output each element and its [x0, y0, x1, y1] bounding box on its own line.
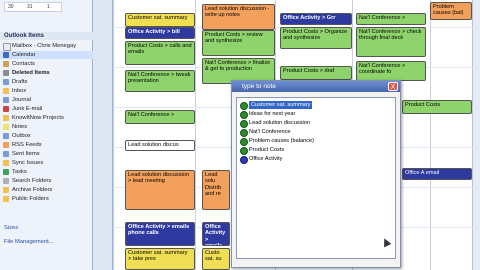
navigation-sidebar: 30 31 1 Outlook Items Mailbox - Chris Me… — [0, 0, 93, 270]
search-folders-icon — [3, 178, 9, 184]
appointment[interactable]: Office A email — [402, 168, 472, 180]
appointment[interactable]: Lead solution discussion - write up note… — [202, 4, 275, 30]
list-item[interactable]: Nat'l Conference — [240, 128, 390, 137]
file-management-link[interactable]: File Management... — [0, 238, 93, 246]
public-folders-icon — [3, 196, 9, 202]
list-item[interactable]: Problem causes (balance) — [240, 137, 390, 146]
category-dot-icon — [240, 129, 248, 137]
category-dot-icon — [240, 120, 248, 128]
folder-journal[interactable]: Journal — [0, 96, 93, 104]
folder-search-folders[interactable]: Search Folders — [0, 177, 93, 185]
rss-icon — [3, 142, 9, 148]
appointment[interactable]: Product Costs > draf — [280, 66, 352, 80]
appointment[interactable]: Lead solution discussion > lead meeting — [125, 170, 195, 210]
folder-calendar[interactable]: Calendar — [0, 51, 93, 59]
dialog-title: type to note — [232, 81, 400, 92]
type-to-note-dialog[interactable]: type to note X Customer sat. summary Ide… — [231, 80, 401, 268]
appointment[interactable]: Product Costs > review and synthesize — [202, 30, 275, 56]
appointment[interactable]: Product Costs > Organize and synthesize — [280, 27, 352, 49]
folder-sizes-link[interactable]: Sizes — [0, 224, 93, 232]
mini-calendar-day[interactable]: 30 — [8, 4, 14, 10]
folder-drafts[interactable]: Drafts — [0, 78, 93, 86]
folder-inbox[interactable]: Inbox — [0, 87, 93, 95]
category-dot-icon — [240, 147, 248, 155]
folder-deleted-items[interactable]: Deleted Items — [0, 69, 93, 77]
list-item[interactable]: Ideas for next year — [240, 110, 390, 119]
folder-outbox[interactable]: Outbox — [0, 132, 93, 140]
category-dot-icon — [240, 111, 248, 119]
junk-email-icon — [3, 106, 9, 112]
folder-rss-feeds[interactable]: RSS Feeds — [0, 141, 93, 149]
folder-archive-folders[interactable]: Archive Folders — [0, 186, 93, 194]
appointment[interactable]: Customer sat. summary > take pres — [125, 248, 195, 270]
calendar-icon — [3, 52, 9, 58]
appointment[interactable]: Custo sat. su — [202, 248, 230, 270]
list-item[interactable]: Office Activity — [240, 155, 390, 164]
archive-icon — [3, 187, 9, 193]
note-target-list[interactable]: Customer sat. summary Ideas for next yea… — [236, 97, 396, 259]
list-item[interactable]: Lead solution discussion — [240, 119, 390, 128]
appointment[interactable]: Nat'l Conference > tweak presentation — [125, 70, 195, 92]
folder-sync-issues[interactable]: Sync Issues — [0, 159, 93, 167]
appointment[interactable]: Product Costs — [402, 100, 472, 114]
folder-knowitnow-projects[interactable]: KnowItNow Projects — [0, 114, 93, 122]
tasks-icon — [3, 169, 9, 175]
appointment[interactable]: Office Activity > emails phone calls — [202, 222, 230, 246]
appointment[interactable]: Nat'l Conference > — [356, 13, 426, 25]
category-dot-icon — [240, 102, 248, 110]
journal-icon — [3, 97, 9, 103]
mailbox-icon — [3, 43, 11, 51]
deleted-items-icon — [3, 70, 9, 76]
folder-junk-email[interactable]: Junk E-mail — [0, 105, 93, 113]
outbox-icon — [3, 133, 9, 139]
inbox-icon — [3, 88, 9, 94]
sent-items-icon — [3, 151, 9, 157]
folder-notes[interactable]: Notes — [0, 123, 93, 131]
appointment[interactable]: Customer sat. summary — [125, 13, 195, 27]
category-dot-icon — [240, 138, 248, 146]
folder-icon — [3, 115, 9, 121]
time-column — [93, 0, 113, 270]
appointment[interactable]: Office Activity > bill — [125, 27, 195, 39]
outlook-items-header[interactable]: Outlook Items — [0, 32, 93, 40]
list-item[interactable]: Customer sat. summary — [240, 101, 390, 110]
appointment[interactable]: Office Activity > emails phone calls — [125, 222, 195, 246]
list-item[interactable]: Product Costs — [240, 146, 390, 155]
drafts-icon — [3, 79, 9, 85]
mini-calendar-day[interactable]: 31 — [27, 4, 33, 10]
appointment[interactable]: Nat'l Conference > check through final d… — [356, 27, 426, 57]
folder-public-folders[interactable]: Public Folders — [0, 195, 93, 203]
appointment[interactable]: Lead solution discus — [125, 140, 195, 151]
appointment[interactable]: Problem causes (bal) — [430, 2, 472, 20]
appointment[interactable]: Product Costs > calls and emails — [125, 41, 195, 65]
close-button[interactable]: X — [388, 82, 398, 91]
contacts-icon — [3, 61, 9, 67]
notes-icon — [3, 124, 9, 130]
sync-issues-icon — [3, 160, 9, 166]
vertical-scrollbar[interactable] — [472, 0, 480, 270]
mini-calendar-day[interactable]: 1 — [47, 4, 50, 10]
appointment[interactable]: Nat'l Conference > coordinate fo — [356, 61, 426, 81]
appointment[interactable]: Office Activity > Grr — [280, 13, 352, 25]
folder-tasks[interactable]: Tasks — [0, 168, 93, 176]
appointment[interactable]: Nat'l Conference > — [125, 110, 195, 124]
folder-contacts[interactable]: Contacts — [0, 60, 93, 68]
folder-sent-items[interactable]: Sent Items — [0, 150, 93, 158]
mini-calendar[interactable]: 30 31 1 — [4, 2, 62, 12]
category-dot-icon — [240, 156, 248, 164]
appointment[interactable]: Lead solu Distrib and re — [202, 170, 230, 210]
folder-mailbox[interactable]: Mailbox - Chris Menegay — [0, 42, 93, 51]
